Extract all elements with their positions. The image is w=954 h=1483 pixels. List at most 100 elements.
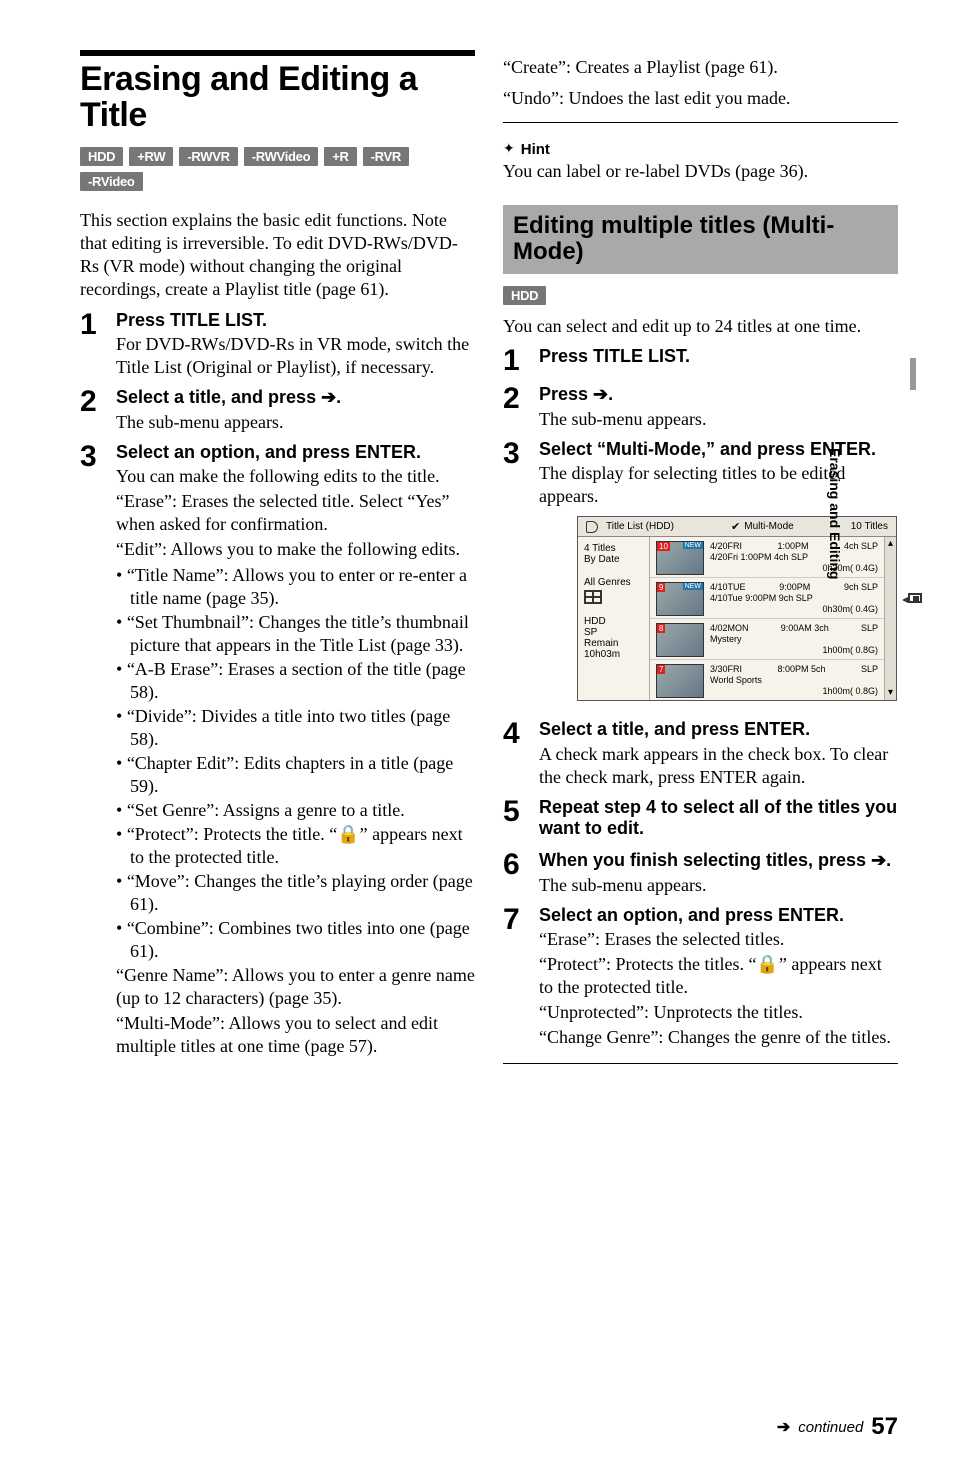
step-head: Select an option, and press ENTER.	[116, 442, 475, 464]
tl-side-disc: HDD	[584, 616, 643, 627]
step-body: The sub-menu appears.	[116, 411, 475, 434]
side-tab-label: Erasing and Editing	[827, 448, 843, 579]
page-number: 57	[871, 1413, 898, 1441]
tl-side-remain-label: Remain	[584, 638, 643, 649]
chevron-down-icon: ▾	[888, 686, 893, 700]
tl-side-mode: SP	[584, 627, 643, 638]
step-head: Repeat step 4 to select all of the title…	[539, 797, 898, 840]
row-size: 1h00m( 0.8G)	[710, 645, 878, 656]
step-head: Select an option, and press ENTER.	[539, 905, 898, 927]
row-line2: 4/20Fri 1:00PM 4ch SLP	[710, 552, 878, 563]
top-line: “Undo”: Undoes the last edit you made.	[503, 87, 898, 110]
step-number: 1	[503, 346, 527, 376]
row-ch: 4ch SLP	[844, 541, 878, 552]
step-head: Press ➔.	[539, 384, 898, 406]
row-date: 4/20FRI	[710, 541, 742, 552]
step-head: Press TITLE LIST.	[539, 346, 898, 368]
page-footer: ➔ continued 57	[777, 1413, 898, 1441]
step-body: The display for selecting titles to be e…	[539, 462, 898, 508]
table-row: 10NEW 4/20FRI 1:00PM 4ch SLP 4/20Fri 1:00P…	[650, 537, 884, 578]
step-body-line: You can make the following edits to the …	[116, 465, 475, 488]
tl-side-remain: 10h03m	[584, 649, 643, 660]
hint-row: ✦ Hint	[503, 141, 898, 158]
tl-header-right: 10 Titles	[851, 521, 888, 532]
row-date: 4/02MON	[710, 623, 749, 634]
divider	[503, 122, 898, 123]
divider	[503, 1063, 898, 1064]
row-date: 3/30FRI	[710, 664, 742, 675]
title-list-header: Title List (HDD) ✔Multi-Mode 10 Titles	[578, 517, 896, 537]
tl-rows: 10NEW 4/20FRI1:00PM4ch SLP 4/20Fri 1:00P…	[650, 537, 884, 700]
bullet: “Divide”: Divides a title into two title…	[116, 705, 475, 751]
hint-label: Hint	[521, 141, 550, 158]
step-body-line: “Erase”: Erases the selected titles.	[539, 928, 898, 951]
step-number: 5	[503, 797, 527, 842]
arrow-right-icon: ➔	[777, 1417, 790, 1437]
hint-text: You can label or re-label DVDs (page 36)…	[503, 160, 898, 183]
stop-callout-icon	[908, 593, 922, 603]
step-head: Select a title, and press ➔.	[116, 387, 475, 409]
badge-plusr: +R	[324, 147, 356, 166]
step-body-line: “Unprotected”: Unprotects the titles.	[539, 1001, 898, 1024]
row-ch: SLP	[861, 664, 878, 675]
thumbnail: 10NEW	[656, 541, 704, 575]
check-icon: ✔	[731, 520, 740, 533]
row-num: 8	[657, 624, 665, 633]
step-head: When you finish selecting titles, press …	[539, 850, 898, 872]
bullet: “A-B Erase”: Erases a section of the tit…	[116, 658, 475, 704]
table-row: 7 3/30FRI8:00PM 5chSLP World Sports 1h00…	[650, 660, 884, 700]
row-num: 9	[657, 583, 665, 592]
step-head: Press TITLE LIST.	[116, 310, 475, 332]
badge-minusrwvr: -RWVR	[179, 147, 237, 166]
row-line2: 4/10Tue 9:00PM 9ch SLP	[710, 593, 878, 604]
step-number: 1	[80, 310, 104, 380]
badge-minusrvr: -RVR	[363, 147, 409, 166]
row-line2: Mystery	[710, 634, 878, 645]
table-row: 8 4/02MON9:00AM 3chSLP Mystery 1h00m( 0.…	[650, 619, 884, 660]
badge-hdd: HDD	[503, 286, 546, 305]
thumbnail: 8	[656, 623, 704, 657]
step-number: 2	[503, 384, 527, 431]
row-size: 0h30m( 0.4G)	[710, 563, 878, 574]
row-num: 7	[657, 665, 665, 674]
title-list-screenshot: Title List (HDD) ✔Multi-Mode 10 Titles 4…	[577, 516, 897, 701]
hint-icon: ✦	[503, 141, 515, 158]
grid-icon	[584, 590, 602, 604]
intro-text: This section explains the basic edit fun…	[80, 209, 475, 301]
scrollbar: ▴▾	[884, 537, 896, 700]
row-ch: 9ch SLP	[844, 582, 878, 593]
step-number: 7	[503, 905, 527, 1052]
badge-minusrwvideo: -RWVideo	[244, 147, 319, 166]
row-date: 4/10TUE	[710, 582, 746, 593]
badge-hdd: HDD	[80, 147, 123, 166]
side-tab: Erasing and Editing	[894, 358, 916, 518]
step-body: “Erase”: Erases the selected titles. “Pr…	[539, 928, 898, 1049]
sub-intro: You can select and edit up to 24 titles …	[503, 315, 898, 338]
row-time: 9:00AM 3ch	[781, 623, 829, 634]
step-body: A check mark appears in the check box. T…	[539, 743, 898, 789]
row-time: 1:00PM	[777, 541, 808, 552]
row-size: 1h00m( 0.8G)	[710, 686, 878, 697]
steps-left: 1 Press TITLE LIST. For DVD-RWs/DVD-Rs i…	[80, 310, 475, 1061]
step-number: 3	[80, 442, 104, 1060]
tl-side-sort: By Date	[584, 554, 643, 565]
step-number: 3	[503, 439, 527, 712]
disc-badges: HDD	[503, 286, 898, 305]
step-body: The sub-menu appears.	[539, 874, 898, 897]
new-badge: NEW	[683, 583, 703, 590]
step-body-line: “Genre Name”: Allows you to enter a genr…	[116, 964, 475, 1010]
row-num: 10	[657, 542, 670, 551]
top-line: “Create”: Creates a Playlist (page 61).	[503, 56, 898, 79]
step-body: The sub-menu appears.	[539, 408, 898, 431]
bullet: “Move”: Changes the title’s playing orde…	[116, 870, 475, 916]
step-head: Select “Multi-Mode,” and press ENTER.	[539, 439, 898, 461]
bullet: “Protect”: Protects the title. “🔒” appea…	[116, 823, 475, 869]
bullet: “Chapter Edit”: Edits chapters in a titl…	[116, 752, 475, 798]
tl-header-mid: Multi-Mode	[744, 521, 793, 532]
badge-minusrvideo: -RVideo	[80, 172, 143, 191]
row-line2: World Sports	[710, 675, 878, 686]
badge-plusrw: +RW	[129, 147, 173, 166]
divider	[80, 50, 475, 56]
step-head: Select a title, and press ENTER.	[539, 719, 898, 741]
row-size: 0h30m( 0.4G)	[710, 604, 878, 615]
